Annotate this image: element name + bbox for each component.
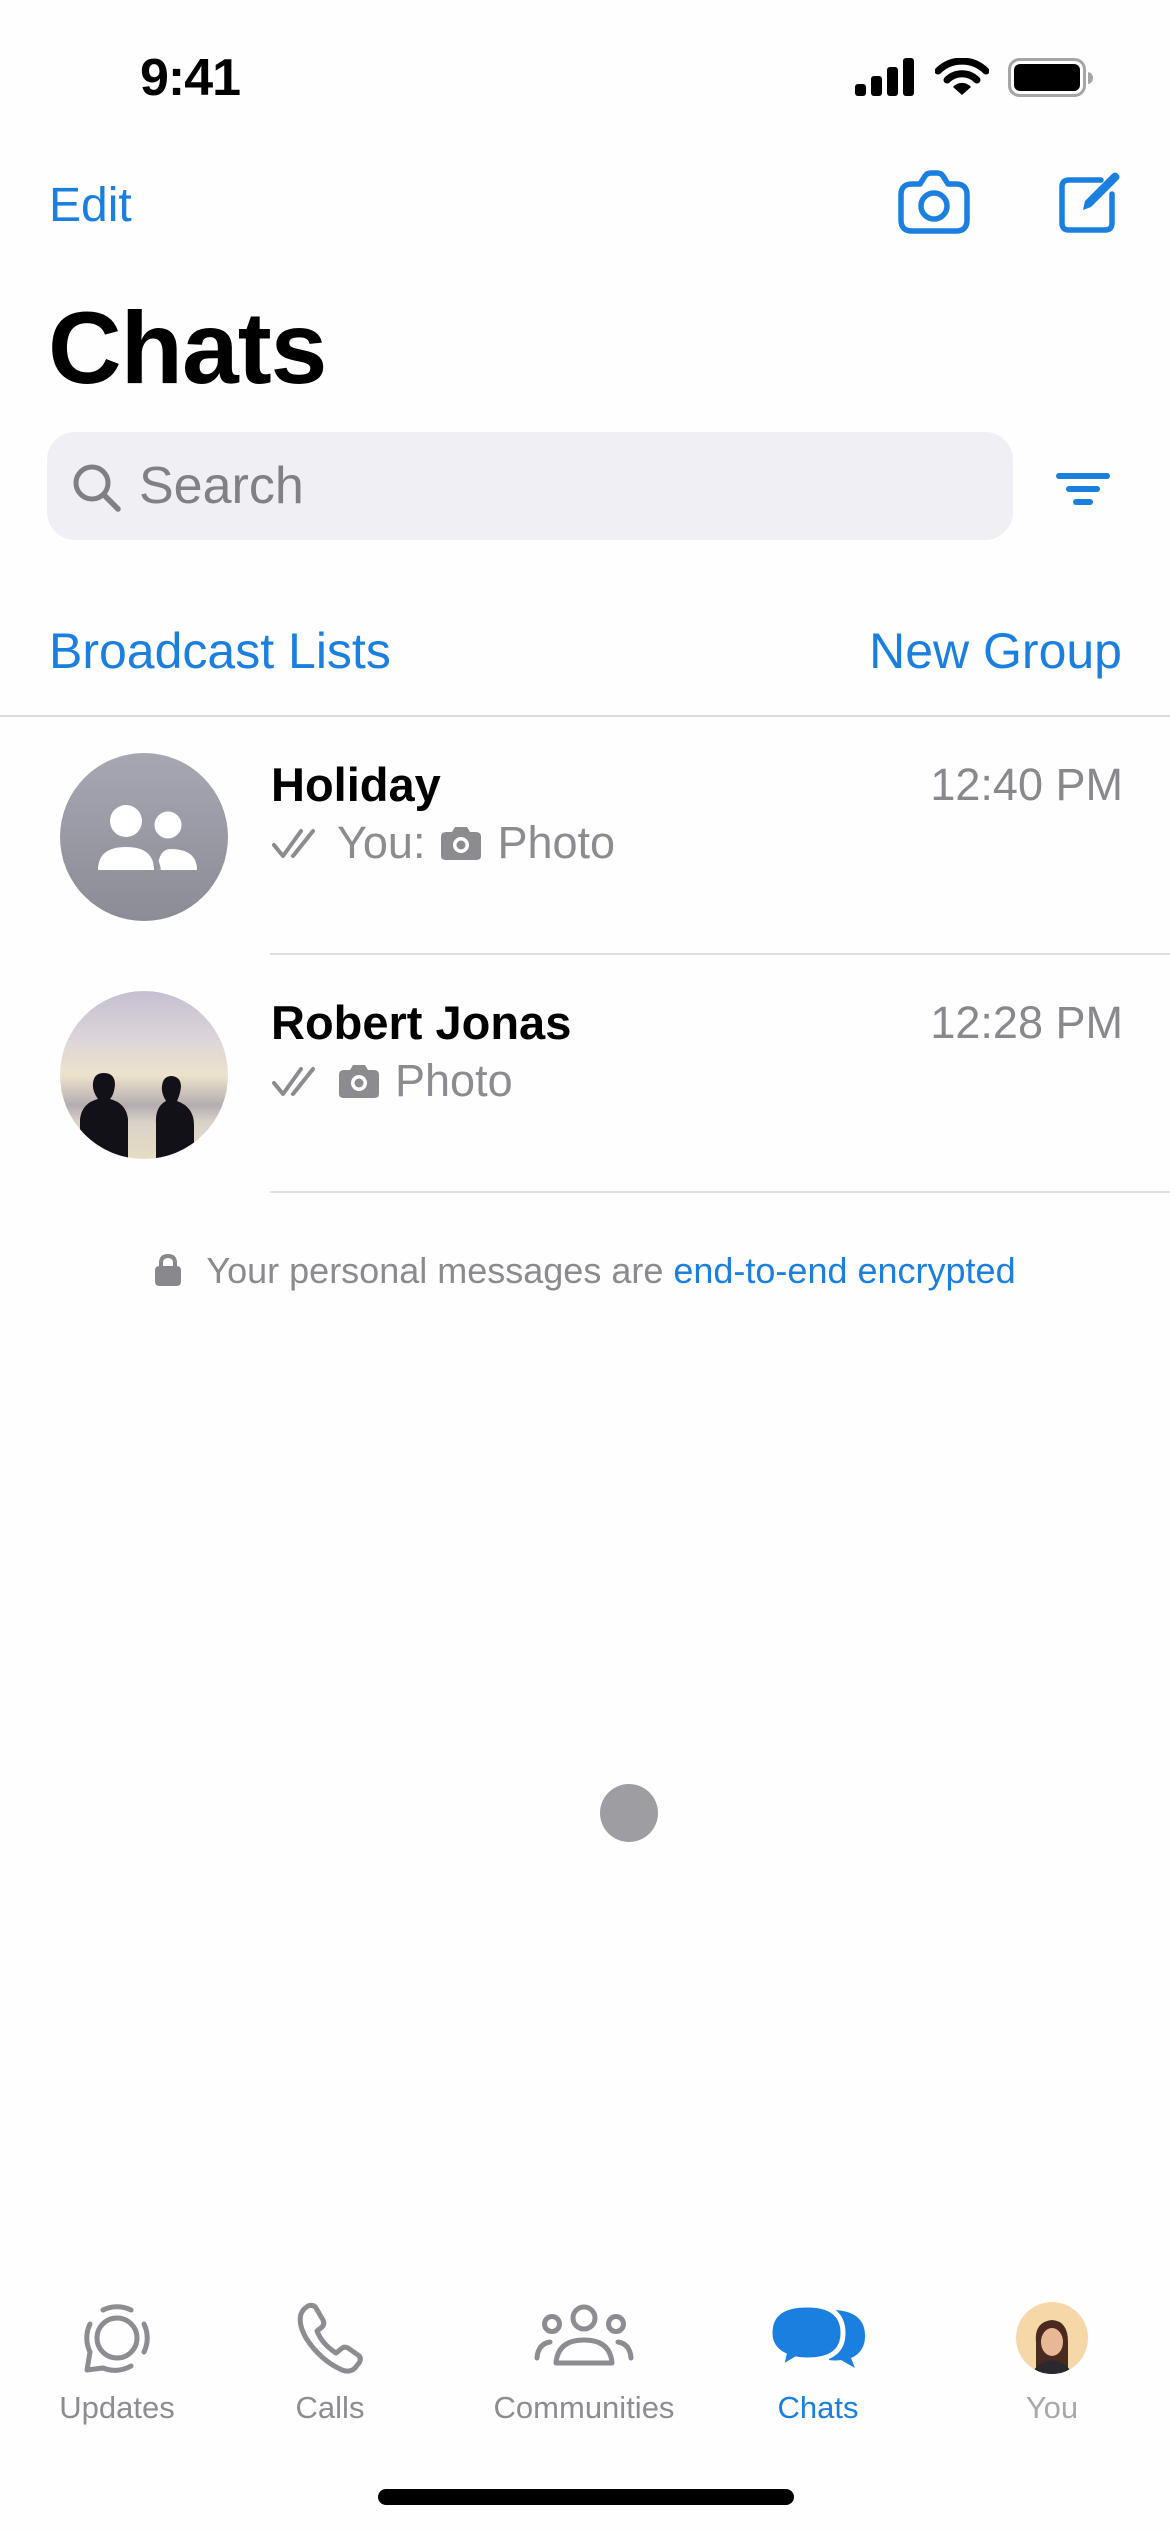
double-check-icon xyxy=(272,829,315,858)
chat-preview-text: Photo xyxy=(395,1055,513,1106)
phone-icon xyxy=(297,2302,363,2374)
chat-name: Holiday xyxy=(271,758,441,811)
wifi-icon xyxy=(935,58,989,95)
home-indicator xyxy=(378,2489,794,2505)
tab-label: Communities xyxy=(493,2390,675,2425)
battery-icon xyxy=(1008,58,1093,97)
broadcast-lists-link[interactable]: Broadcast Lists xyxy=(49,622,391,680)
edit-button[interactable]: Edit xyxy=(49,178,132,233)
tab-chats[interactable]: Chats xyxy=(701,2296,935,2436)
encryption-text: Your personal messages are xyxy=(206,1250,674,1291)
lock-icon xyxy=(155,1253,182,1286)
row-separator xyxy=(270,1191,1170,1193)
group-avatar-icon xyxy=(60,753,228,921)
search-input[interactable] xyxy=(139,452,979,520)
cellular-signal-icon xyxy=(855,58,914,96)
tab-label: Updates xyxy=(59,2390,175,2425)
chat-row-holiday[interactable]: Holiday 12:40 PM You: Photo xyxy=(0,717,1170,955)
chats-icon xyxy=(769,2302,865,2372)
tab-label: Calls xyxy=(295,2390,365,2425)
communities-icon xyxy=(534,2304,634,2366)
encryption-link[interactable]: end-to-end encrypted xyxy=(673,1250,1015,1291)
camera-icon[interactable] xyxy=(898,170,970,234)
status-time: 9:41 xyxy=(140,49,241,107)
chat-preview: Photo xyxy=(271,1055,513,1107)
chat-name: Robert Jonas xyxy=(271,996,572,1049)
chat-preview: You: Photo xyxy=(271,817,615,869)
search-bar[interactable] xyxy=(47,432,1013,540)
chat-time: 12:28 PM xyxy=(930,997,1123,1048)
new-group-link[interactable]: New Group xyxy=(869,622,1122,680)
tab-communities[interactable]: Communities xyxy=(467,2296,701,2436)
photo-camera-icon xyxy=(441,827,482,860)
tab-label: Chats xyxy=(777,2390,859,2425)
photo-camera-icon xyxy=(339,1065,379,1098)
search-icon xyxy=(73,464,121,512)
chat-preview-text: Photo xyxy=(497,817,616,868)
chat-row-robert-jonas[interactable]: Robert Jonas 12:28 PM Photo xyxy=(0,955,1170,1193)
tab-you[interactable]: You xyxy=(935,2296,1169,2436)
tab-updates[interactable]: Updates xyxy=(0,2296,234,2436)
contact-avatar xyxy=(60,991,228,1159)
updates-icon xyxy=(84,2304,150,2373)
tab-calls[interactable]: Calls xyxy=(213,2296,447,2436)
profile-avatar xyxy=(1016,2302,1088,2374)
filter-icon[interactable] xyxy=(1052,466,1114,512)
page-title: Chats xyxy=(48,291,327,405)
chat-time: 12:40 PM xyxy=(930,759,1123,810)
tab-label: You xyxy=(1025,2390,1079,2425)
encryption-notice: Your personal messages are end-to-end en… xyxy=(0,1250,1170,1292)
compose-icon[interactable] xyxy=(1057,168,1123,234)
double-check-icon xyxy=(272,1067,315,1096)
touch-indicator xyxy=(600,1784,658,1842)
chat-sender: You: xyxy=(337,817,426,868)
